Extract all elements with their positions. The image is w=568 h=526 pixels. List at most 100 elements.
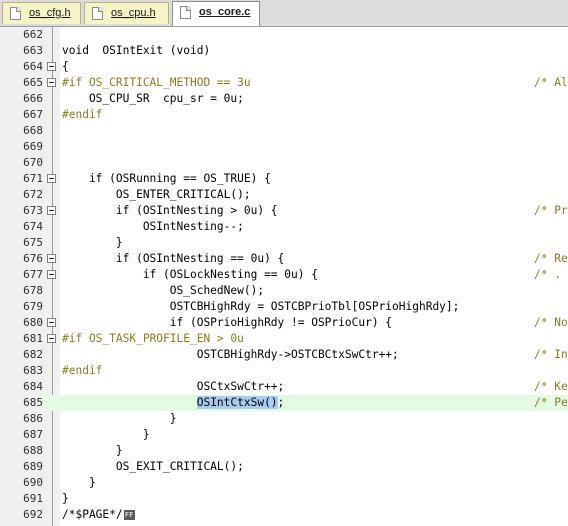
code-text: } xyxy=(62,476,96,489)
line-number: 677 xyxy=(23,268,43,281)
code-text: } xyxy=(62,236,123,249)
fold-collapse-icon[interactable] xyxy=(47,318,56,327)
code-text: if (OSIntNesting == 0u) { xyxy=(62,252,285,265)
line-number: 674 xyxy=(23,220,43,233)
code-text: OSCtxSwCtr++; xyxy=(62,380,285,393)
code-text: OS_CPU_SR cpu_sr = 0u; xyxy=(62,92,244,105)
line-number: 683 xyxy=(23,364,43,377)
code-line[interactable]: 690 } xyxy=(0,475,568,491)
code-line[interactable]: 673 if (OSIntNesting > 0u) { /* Pr xyxy=(0,203,568,219)
file-icon xyxy=(180,6,191,19)
tab-label: os_cpu.h xyxy=(111,7,156,19)
code-comment: /* Re xyxy=(534,252,568,265)
code-line[interactable]: 676 if (OSIntNesting == 0u) { /* Re xyxy=(0,251,568,267)
code-line[interactable]: 664 { xyxy=(0,59,568,75)
line-number: 666 xyxy=(23,92,43,105)
code-line[interactable]: 691} xyxy=(0,491,568,507)
line-number: 690 xyxy=(23,476,43,489)
fold-collapse-icon[interactable] xyxy=(47,62,56,71)
code-comment: /* Ke xyxy=(534,380,568,393)
code-line[interactable]: 687 } xyxy=(0,427,568,443)
code-line[interactable]: 675 } xyxy=(0,235,568,251)
line-number: 676 xyxy=(23,252,43,265)
code-line[interactable]: 667 #endif xyxy=(0,107,568,123)
code-text: } xyxy=(62,492,69,505)
fold-collapse-icon[interactable] xyxy=(47,270,56,279)
code-text: #endif xyxy=(62,108,103,121)
code-line[interactable]: 689 OS_EXIT_CRITICAL(); xyxy=(0,459,568,475)
code-text: #if OS_TASK_PROFILE_EN > 0u xyxy=(62,332,244,345)
code-text: void OSIntExit (void) xyxy=(62,44,211,57)
file-icon xyxy=(92,7,103,20)
code-line[interactable]: 663 void OSIntExit (void) xyxy=(0,43,568,59)
code-text: { xyxy=(62,60,69,73)
code-text: #if OS_CRITICAL_METHOD == 3u xyxy=(62,76,251,89)
tab-label: os_core.c xyxy=(199,6,251,18)
code-line[interactable]: 670 xyxy=(0,155,568,171)
code-text: if (OSRunning == OS_TRUE) { xyxy=(62,172,271,185)
code-text: } xyxy=(62,428,150,441)
fold-collapse-icon[interactable] xyxy=(47,334,56,343)
code-line[interactable]: 671 if (OSRunning == OS_TRUE) { xyxy=(0,171,568,187)
code-line[interactable]: 669 xyxy=(0,139,568,155)
line-number: 675 xyxy=(23,236,43,249)
line-number: 689 xyxy=(23,460,43,473)
code-line[interactable]: 692 /*$PAGE*/FF xyxy=(0,507,568,523)
fold-collapse-icon[interactable] xyxy=(47,174,56,183)
line-number: 670 xyxy=(23,156,43,169)
line-number: 680 xyxy=(23,316,43,329)
code-line[interactable]: 668 xyxy=(0,123,568,139)
code-line[interactable]: 666 OS_CPU_SR cpu_sr = 0u; xyxy=(0,91,568,107)
code-line[interactable]: 681 #if OS_TASK_PROFILE_EN > 0u xyxy=(0,331,568,347)
line-number: 679 xyxy=(23,300,43,313)
code-line[interactable]: 686 } xyxy=(0,411,568,427)
code-text: #endif xyxy=(62,364,103,377)
tab-os-cpu-h[interactable]: os_cpu.h xyxy=(84,2,169,24)
code-line[interactable]: 683 #endif xyxy=(0,363,568,379)
line-number: 673 xyxy=(23,204,43,217)
code-editor[interactable]: 662 663 void OSIntExit (void) 664 {665 #if OS… xyxy=(0,27,568,526)
code-comment: /* Pr xyxy=(534,204,568,217)
file-icon xyxy=(10,7,21,20)
code-line[interactable]: 682 OSTCBHighRdy->OSTCBCtxSwCtr++; /* In xyxy=(0,347,568,363)
code-text: OS_EXIT_CRITICAL(); xyxy=(62,460,244,473)
tab-os-cfg-h[interactable]: os_cfg.h xyxy=(2,2,81,24)
line-number: 672 xyxy=(23,188,43,201)
line-number: 678 xyxy=(23,284,43,297)
line-number: 685 xyxy=(0,395,43,411)
code-text: /*$PAGE*/FF xyxy=(62,508,135,521)
code-line[interactable]: 677 if (OSLockNesting == 0u) {/* . xyxy=(0,267,568,283)
code-line[interactable]: 679 OSTCBHighRdy = OSTCBPrioTbl[OSPrioHi… xyxy=(0,299,568,315)
code-comment: /* Al xyxy=(534,76,568,89)
line-number: 692 xyxy=(23,508,43,521)
tab-os-core-c[interactable]: os_core.c xyxy=(172,1,260,26)
code-line[interactable]: 672 OS_ENTER_CRITICAL(); xyxy=(0,187,568,203)
code-line[interactable]: 684 OSCtxSwCtr++; /* Ke xyxy=(0,379,568,395)
fold-collapse-icon[interactable] xyxy=(47,78,56,87)
code-text: OSTCBHighRdy->OSTCBCtxSwCtr++; xyxy=(62,348,399,361)
fold-collapse-icon[interactable] xyxy=(47,254,56,263)
line-number: 668 xyxy=(23,124,43,137)
code-text: if (OSIntNesting > 0u) { xyxy=(62,204,278,217)
line-number: 682 xyxy=(23,348,43,361)
code-line[interactable]: 688 } xyxy=(0,443,568,459)
tab-label: os_cfg.h xyxy=(29,7,71,19)
line-number: 687 xyxy=(23,428,43,441)
line-number: 688 xyxy=(23,444,43,457)
code-line[interactable]: 662 xyxy=(0,27,568,43)
code-line[interactable]: 680 if (OSPrioHighRdy != OSPrioCur) {/* … xyxy=(0,315,568,331)
code-line[interactable]: 685 OSIntCtxSw(); /* Pe xyxy=(0,395,568,411)
line-number: 662 xyxy=(23,28,43,41)
selected-text: OSIntCtxSw() xyxy=(196,396,278,409)
form-feed-icon: FF xyxy=(123,510,135,520)
code-text: if (OSLockNesting == 0u) { xyxy=(62,268,318,281)
line-number: 664 xyxy=(23,60,43,73)
code-text: OSTCBHighRdy = OSTCBPrioTbl[OSPrioHighRd… xyxy=(62,300,460,313)
code-line[interactable]: 674 OSIntNesting--; xyxy=(0,219,568,235)
fold-collapse-icon[interactable] xyxy=(47,206,56,215)
code-line[interactable]: 665 #if OS_CRITICAL_METHOD == 3u /* Al xyxy=(0,75,568,91)
line-number: 667 xyxy=(23,108,43,121)
code-text: } xyxy=(62,412,177,425)
code-comment: /* No xyxy=(534,316,568,329)
code-line[interactable]: 678 OS_SchedNew(); xyxy=(0,283,568,299)
